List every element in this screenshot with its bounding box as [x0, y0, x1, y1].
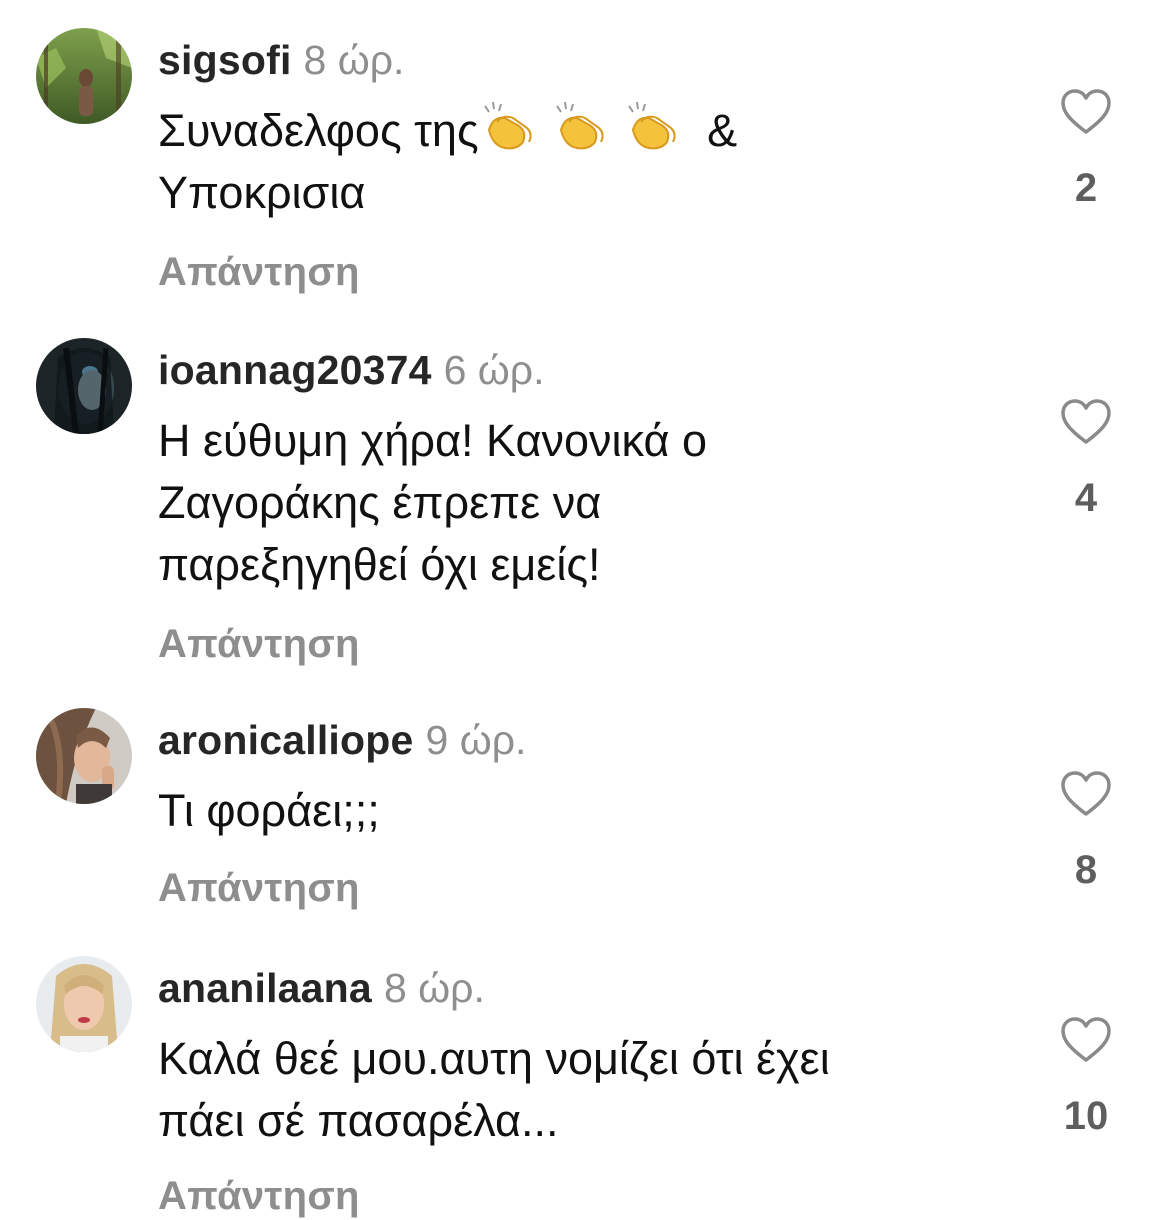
- comment-text-line: Τι φοράει;;;: [158, 785, 380, 836]
- avatar[interactable]: [36, 956, 132, 1052]
- comment-text-line: Υποκρισια: [158, 167, 366, 218]
- like-control: 4: [1054, 398, 1118, 522]
- like-control: 10: [1054, 1016, 1118, 1140]
- avatar[interactable]: [36, 28, 132, 124]
- comment-header: aronicalliope 9 ώρ.: [158, 716, 526, 764]
- like-count: 4: [1074, 476, 1098, 520]
- comment-text: Συναδελφος της & Υποκρισια: [158, 100, 1018, 224]
- comment-text-line: Καλά θεέ μου.αυτη νομίζει ότι έχει: [158, 1033, 830, 1084]
- like-control: 2: [1054, 88, 1118, 212]
- heart-outline-icon[interactable]: [1060, 398, 1112, 446]
- clapping-hands-emoji-icon: [627, 101, 676, 150]
- reply-button[interactable]: Απάντηση: [158, 864, 360, 912]
- reply-button[interactable]: Απάντηση: [158, 1172, 360, 1220]
- comment-header: ioannag20374 6 ώρ.: [158, 346, 545, 394]
- comment-text: Η εύθυμη χήρα! Κανονικά ο Ζαγοράκης έπρε…: [158, 410, 1018, 596]
- comment-text-line: Συναδελφος της: [158, 105, 479, 156]
- like-count: 8: [1074, 848, 1098, 892]
- reply-button[interactable]: Απάντηση: [158, 248, 360, 296]
- timestamp: 9 ώρ.: [425, 717, 527, 763]
- like-count: 10: [1063, 1094, 1109, 1138]
- comment-header: sigsofi 8 ώρ.: [158, 36, 404, 84]
- comment-text-line: Ζαγοράκης έπρεπε να: [158, 477, 602, 528]
- timestamp: 8 ώρ.: [303, 37, 405, 83]
- avatar[interactable]: [36, 708, 132, 804]
- comment-text-line: παρεξηγηθεί όχι εμείς!: [158, 539, 601, 590]
- comment-text-line: πάει σέ πασαρέλα...: [158, 1095, 559, 1146]
- comment-item: aronicalliope 9 ώρ. Τι φοράει;;; Απάντηση…: [0, 700, 1169, 948]
- username[interactable]: sigsofi: [158, 37, 292, 83]
- avatar[interactable]: [36, 338, 132, 434]
- like-count: 2: [1074, 166, 1098, 210]
- clapping-hands-emoji-icon: [483, 101, 532, 150]
- timestamp: 8 ώρ.: [383, 965, 485, 1011]
- comment-text: Τι φοράει;;;: [158, 780, 1018, 842]
- timestamp: 6 ώρ.: [443, 347, 545, 393]
- heart-outline-icon[interactable]: [1060, 88, 1112, 136]
- comment-text-suffix: &: [707, 105, 738, 156]
- like-control: 8: [1054, 770, 1118, 894]
- comment-text-line: Η εύθυμη χήρα! Κανονικά ο: [158, 415, 708, 466]
- comment-header: ananilaana 8 ώρ.: [158, 964, 485, 1012]
- heart-outline-icon[interactable]: [1060, 770, 1112, 818]
- comment-item: ananilaana 8 ώρ. Καλά θεέ μου.αυτη νομίζε…: [0, 948, 1169, 1218]
- comment-item: ioannag20374 6 ώρ. Η εύθυμη χήρα! Κανονικ…: [0, 330, 1169, 700]
- reply-button[interactable]: Απάντηση: [158, 620, 360, 668]
- heart-outline-icon[interactable]: [1060, 1016, 1112, 1064]
- username[interactable]: aronicalliope: [158, 717, 414, 763]
- comment-text: Καλά θεέ μου.αυτη νομίζει ότι έχει πάει …: [158, 1028, 1018, 1152]
- username[interactable]: ananilaana: [158, 965, 372, 1011]
- username[interactable]: ioannag20374: [158, 347, 432, 393]
- comment-item: sigsofi 8 ώρ. Συναδελφος της & Υποκρισια …: [0, 0, 1169, 330]
- clapping-hands-emoji-icon: [555, 101, 604, 150]
